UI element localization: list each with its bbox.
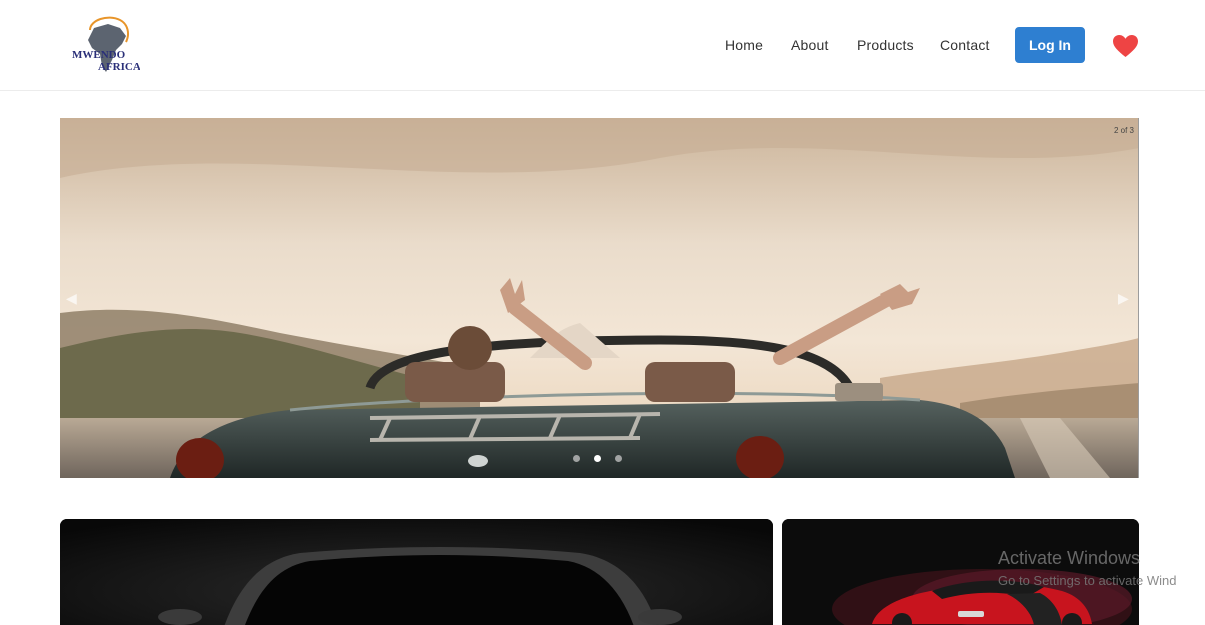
nav-about-link[interactable]: About xyxy=(791,37,829,53)
main-nav: Home About Products Contact Log In xyxy=(0,0,1205,91)
dark-car-image xyxy=(60,519,773,625)
nav-home-link[interactable]: Home xyxy=(725,37,763,53)
product-card-dark-car[interactable] xyxy=(60,519,773,625)
red-sports-car-image xyxy=(782,519,1139,625)
carousel-prev-icon[interactable]: ◀ xyxy=(66,290,80,308)
carousel-indicators xyxy=(573,455,622,462)
login-button[interactable]: Log In xyxy=(1015,27,1085,63)
slide-counter: 2 of 3 xyxy=(1113,126,1134,135)
convertible-car-photo xyxy=(60,118,1138,478)
carousel-dot[interactable] xyxy=(615,455,622,462)
product-card-red-car[interactable] xyxy=(782,519,1139,625)
site-header: MWENDO AFRICA Home About Products Contac… xyxy=(0,0,1205,91)
carousel-next-icon[interactable]: ▶ xyxy=(1118,290,1132,308)
nav-products-link[interactable]: Products xyxy=(857,37,914,53)
nav-contact-link[interactable]: Contact xyxy=(940,37,990,53)
heart-icon[interactable] xyxy=(1112,34,1139,58)
carousel-dot[interactable] xyxy=(573,455,580,462)
carousel-dot-active[interactable] xyxy=(594,455,601,462)
hero-carousel[interactable]: 2 of 3 ◀ ▶ xyxy=(60,118,1139,478)
